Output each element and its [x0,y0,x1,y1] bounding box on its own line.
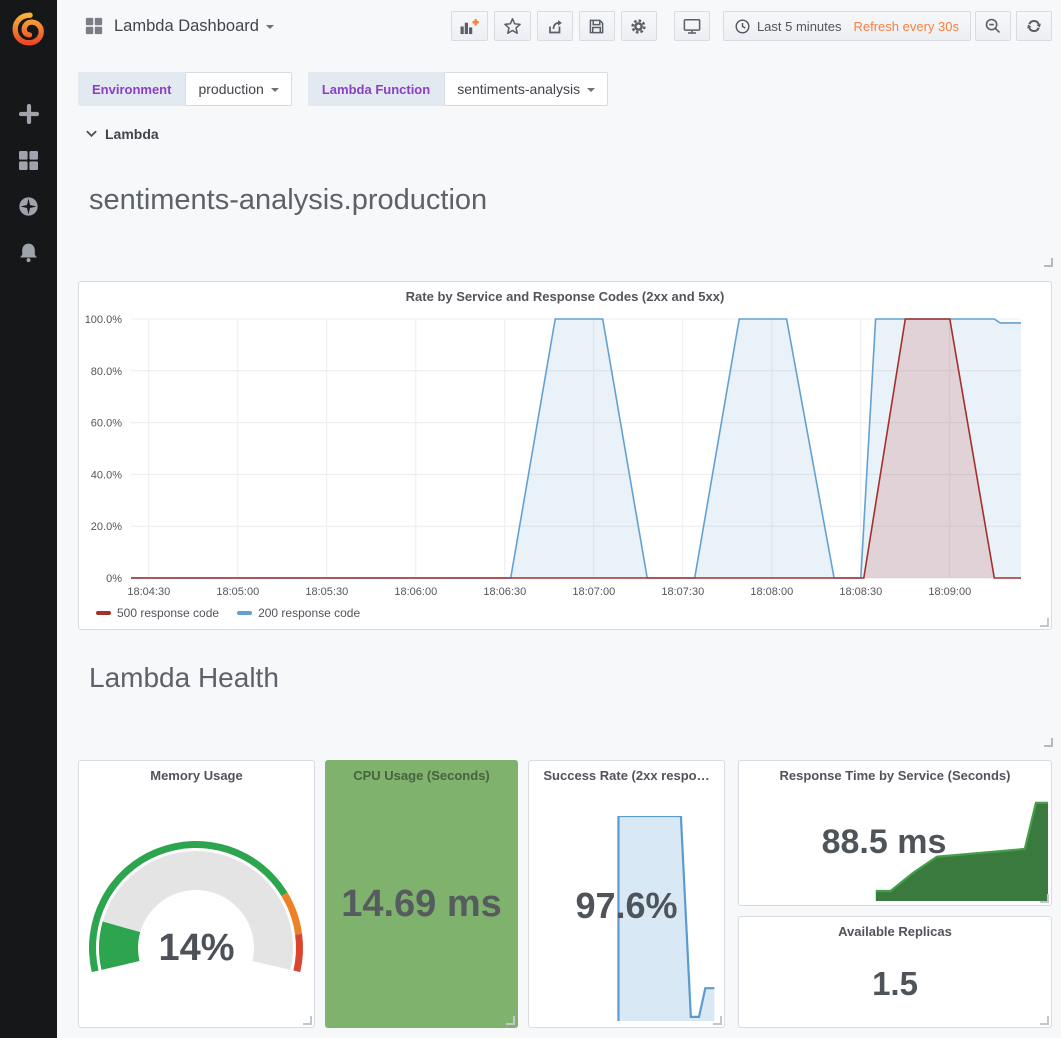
add-panel-button[interactable] [451,11,488,41]
legend-label: 500 response code [117,606,219,620]
panel-available-replicas: Available Replicas 1.5 [738,916,1052,1028]
panel-rate-chart: 100.0% 80.0% 60.0% 40.0% 20.0% 0% 18:04:30 18:0… [78,281,1052,630]
response-time-value: 88.5 ms [728,823,1040,862]
panel-response-time: Response Time by Service (Seconds) 88.5 … [738,760,1052,906]
variable-environment-value[interactable]: production [185,72,291,106]
dashboard-title-button[interactable]: Lambda Dashboard [85,17,274,36]
share-button[interactable] [537,11,573,41]
row-toggle-lambda[interactable]: Lambda [86,126,159,142]
svg-text:18:06:00: 18:06:00 [394,586,437,598]
chevron-down-icon [86,130,97,138]
svg-text:18:05:00: 18:05:00 [216,586,259,598]
svg-text:18:05:30: 18:05:30 [305,586,348,598]
svg-text:20.0%: 20.0% [91,521,122,533]
alerting-icon[interactable] [18,241,40,263]
zoom-out-icon [985,18,1001,34]
caret-down-icon [271,88,279,92]
refresh-icon [1026,18,1042,34]
svg-text:18:07:00: 18:07:00 [572,586,615,598]
refresh-interval-label: Refresh every 30s [854,19,960,34]
svg-text:0%: 0% [106,573,122,585]
dashboards-icon[interactable] [18,149,40,171]
dashboard-title: Lambda Dashboard [114,17,259,36]
panel-title-success[interactable]: Success Rate (2xx respo… [535,768,718,783]
panel-memory-usage: Memory Usage 14% [78,760,315,1028]
svg-text:18:06:30: 18:06:30 [483,586,526,598]
star-icon [503,17,522,36]
panel-title-cpu[interactable]: CPU Usage (Seconds) [332,768,511,783]
svg-text:18:07:30: 18:07:30 [661,586,704,598]
time-range-picker[interactable]: Last 5 minutes Refresh every 30s [723,11,971,41]
svg-text:18:08:30: 18:08:30 [839,586,882,598]
success-rate-value: 97.6% [529,885,724,927]
time-range-label: Last 5 minutes [757,19,842,34]
svg-text:100.0%: 100.0% [85,314,123,326]
svg-text:60.0%: 60.0% [91,418,122,430]
legend-swatch [96,611,111,615]
legend-swatch [237,611,252,615]
svg-text:80.0%: 80.0% [91,366,122,378]
settings-button[interactable] [621,11,657,41]
star-button[interactable] [494,11,531,41]
row-resize-handle[interactable] [1044,258,1053,267]
cycle-view-button[interactable] [674,11,710,41]
save-button[interactable] [579,11,615,41]
panel-title-replicas[interactable]: Available Replicas [745,924,1045,939]
submenu: Environment production Lambda Function s… [78,72,608,106]
cpu-usage-value: 14.69 ms [326,883,517,926]
panel-title-memory[interactable]: Memory Usage [85,768,308,783]
explore-icon[interactable] [18,195,40,217]
share-icon [546,18,563,34]
svg-text:18:08:00: 18:08:00 [750,586,793,598]
gear-icon [630,18,647,35]
save-icon [589,19,604,34]
memory-usage-value: 14% [79,927,314,970]
add-panel-icon [460,18,479,35]
clock-icon [735,19,750,34]
zoom-out-button[interactable] [975,11,1011,41]
variable-lambda-function-value[interactable]: sentiments-analysis [444,72,608,106]
svg-text:18:09:00: 18:09:00 [928,586,971,598]
health-section-title: Lambda Health [89,662,279,694]
variable-environment: Environment production [78,72,292,106]
sidebar [0,0,57,1038]
panel-title-rate[interactable]: Rate by Service and Response Codes (2xx … [85,289,1045,304]
legend-item[interactable]: 200 response code [237,606,360,620]
caret-down-icon [587,88,595,92]
available-replicas-value: 1.5 [739,965,1051,1003]
rate-chart-plot[interactable]: 100.0% 80.0% 60.0% 40.0% 20.0% 0% 18:04:30 18:0… [79,282,1051,629]
caret-down-icon [266,25,274,29]
svg-text:40.0%: 40.0% [91,469,122,481]
row-label: Lambda [105,126,159,142]
create-icon[interactable] [18,103,40,125]
variable-lambda-function: Lambda Function sentiments-analysis [308,72,608,106]
panel-success-rate: Success Rate (2xx respo… 97.6% [528,760,725,1028]
variable-environment-label: Environment [78,72,185,106]
row-resize-handle[interactable] [1044,738,1053,747]
apps-icon [85,17,103,35]
svg-text:18:04:30: 18:04:30 [127,586,170,598]
monitor-icon [683,18,701,35]
panel-cpu-usage: CPU Usage (Seconds) 14.69 ms [325,760,518,1028]
function-title: sentiments-analysis.production [89,184,487,217]
memory-gauge [79,761,314,1027]
legend-item[interactable]: 500 response code [96,606,219,620]
variable-lambda-function-label: Lambda Function [308,72,444,106]
grafana-logo[interactable] [0,0,57,57]
panel-title-response[interactable]: Response Time by Service (Seconds) [745,768,1045,783]
legend-label: 200 response code [258,606,360,620]
chart-legend: 500 response code 200 response code [96,606,360,620]
refresh-button[interactable] [1016,11,1052,41]
navbar: Lambda Dashboard Last 5 [57,0,1061,52]
